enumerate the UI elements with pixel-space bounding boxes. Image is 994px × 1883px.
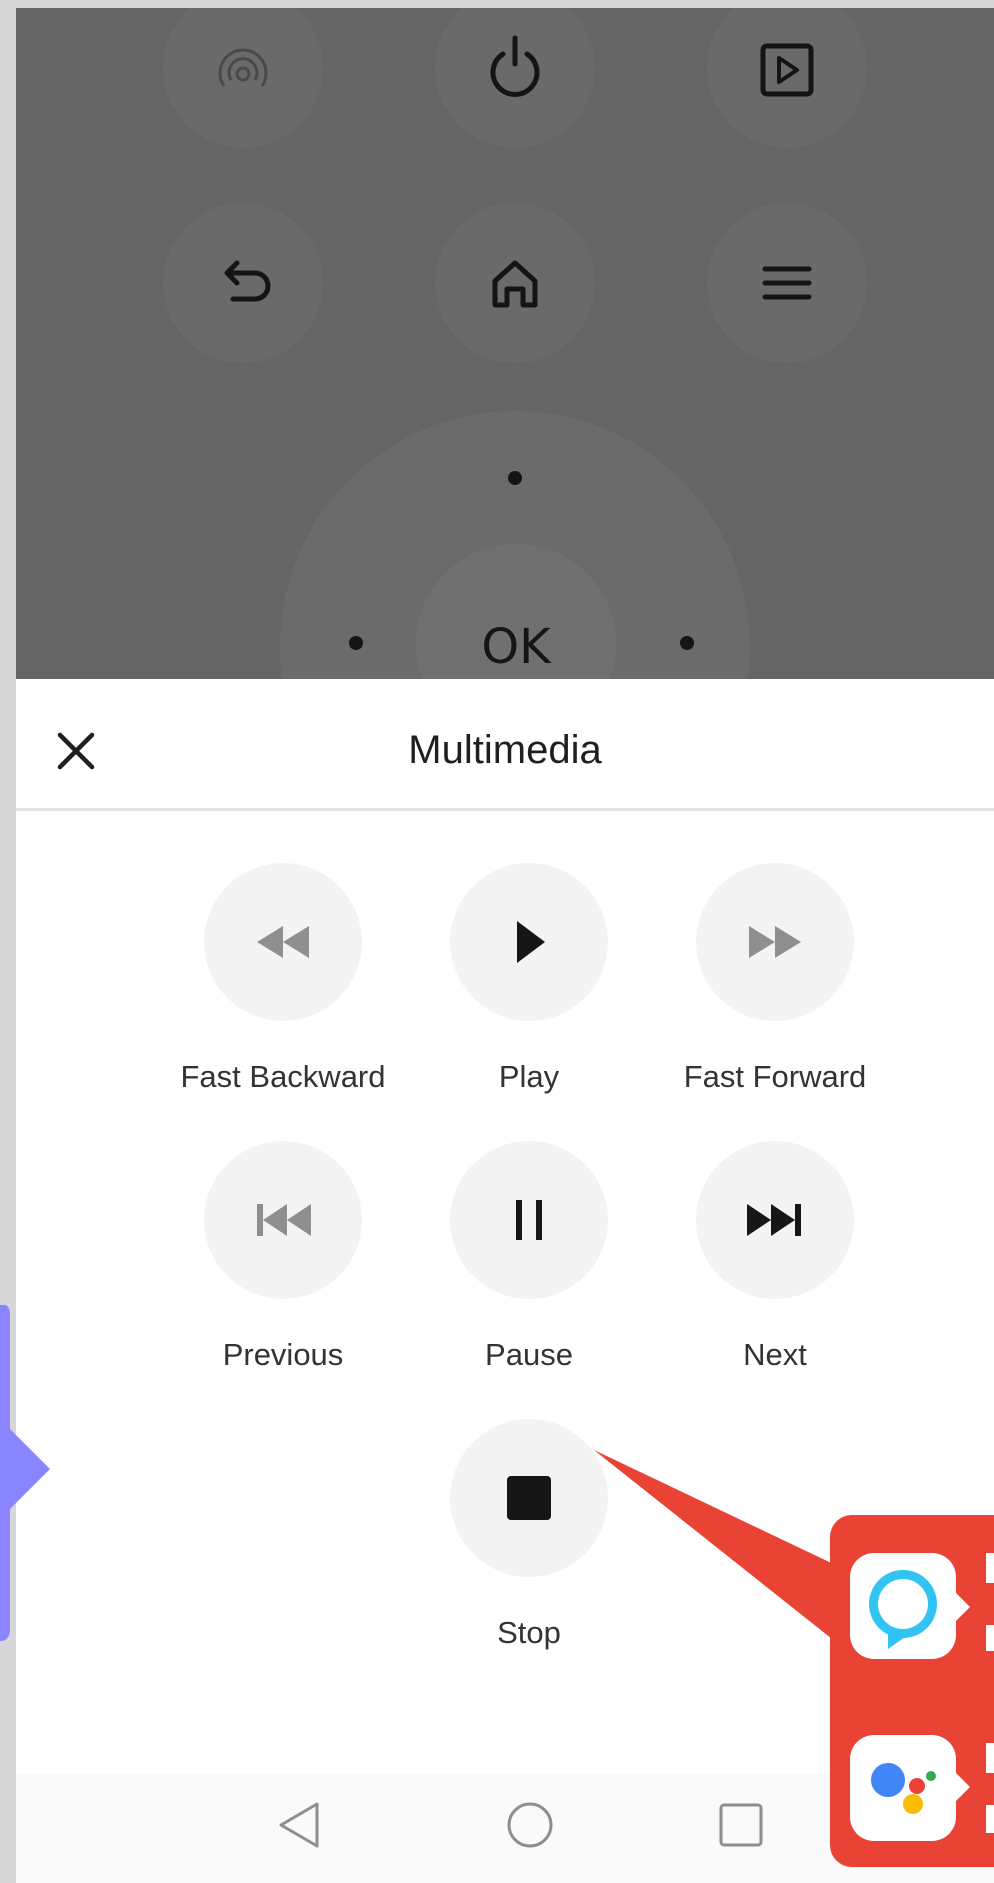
power-button[interactable] (435, 8, 595, 148)
fast-backward-icon (257, 926, 309, 958)
previous-icon (257, 1204, 311, 1236)
sheet-header: Multimedia (16, 679, 994, 811)
next-label: Next (743, 1337, 807, 1372)
nav-recents-icon[interactable] (714, 1798, 768, 1852)
google-assistant-badge-tip (954, 1771, 970, 1803)
play-circle (450, 863, 608, 1021)
stop-circle (450, 1419, 608, 1577)
dpad-right-indicator[interactable] (680, 636, 694, 650)
fast-backward-button[interactable]: Fast Backward (158, 863, 408, 1123)
side-arrow-callout (0, 1305, 50, 1641)
pause-button[interactable]: Pause (404, 1141, 654, 1401)
ok-label: OK (481, 619, 551, 675)
menu-icon (762, 266, 812, 300)
fast-backward-circle (204, 863, 362, 1021)
promo-text-fragment (986, 1625, 994, 1651)
play-icon (517, 921, 545, 963)
next-icon (747, 1204, 801, 1236)
next-button[interactable]: Next (650, 1141, 900, 1401)
back-icon (224, 260, 271, 302)
previous-circle (204, 1141, 362, 1299)
pause-icon (516, 1200, 542, 1240)
alexa-icon (869, 1570, 937, 1649)
promo-text-fragment (986, 1743, 994, 1773)
promo-text-fragment (986, 1553, 994, 1583)
stop-icon (507, 1476, 551, 1520)
dpad-up-indicator[interactable] (508, 471, 522, 485)
google-assistant-badge (850, 1735, 956, 1841)
fast-forward-button[interactable]: Fast Forward (650, 863, 900, 1123)
input-play-button[interactable] (707, 8, 867, 148)
home-button[interactable] (435, 203, 595, 363)
alexa-badge-tip (954, 1591, 970, 1623)
play-button[interactable]: Play (404, 863, 654, 1123)
signal-button[interactable] (163, 8, 323, 148)
google-assistant-icon (871, 1763, 936, 1814)
fast-forward-circle (696, 863, 854, 1021)
voice-assistant-promo (830, 1515, 994, 1867)
menu-button[interactable] (707, 203, 867, 363)
pause-circle (450, 1141, 608, 1299)
promo-text-fragment (986, 1805, 994, 1833)
fast-forward-label: Fast Forward (683, 1059, 867, 1094)
nav-back-icon[interactable] (273, 1798, 327, 1852)
alexa-badge (850, 1553, 956, 1659)
back-button[interactable] (163, 203, 323, 363)
remote-panel: OK (16, 8, 994, 679)
nav-home-icon[interactable] (503, 1798, 557, 1852)
power-icon (490, 35, 540, 97)
input-play-icon (760, 43, 814, 97)
fast-forward-icon (749, 926, 801, 958)
previous-button[interactable]: Previous (158, 1141, 408, 1401)
sheet-title: Multimedia (408, 728, 602, 772)
callout-pointer (594, 1450, 846, 1650)
signal-icon (218, 48, 268, 87)
home-icon (492, 260, 538, 308)
dpad-left-indicator[interactable] (349, 636, 363, 650)
next-circle (696, 1141, 854, 1299)
